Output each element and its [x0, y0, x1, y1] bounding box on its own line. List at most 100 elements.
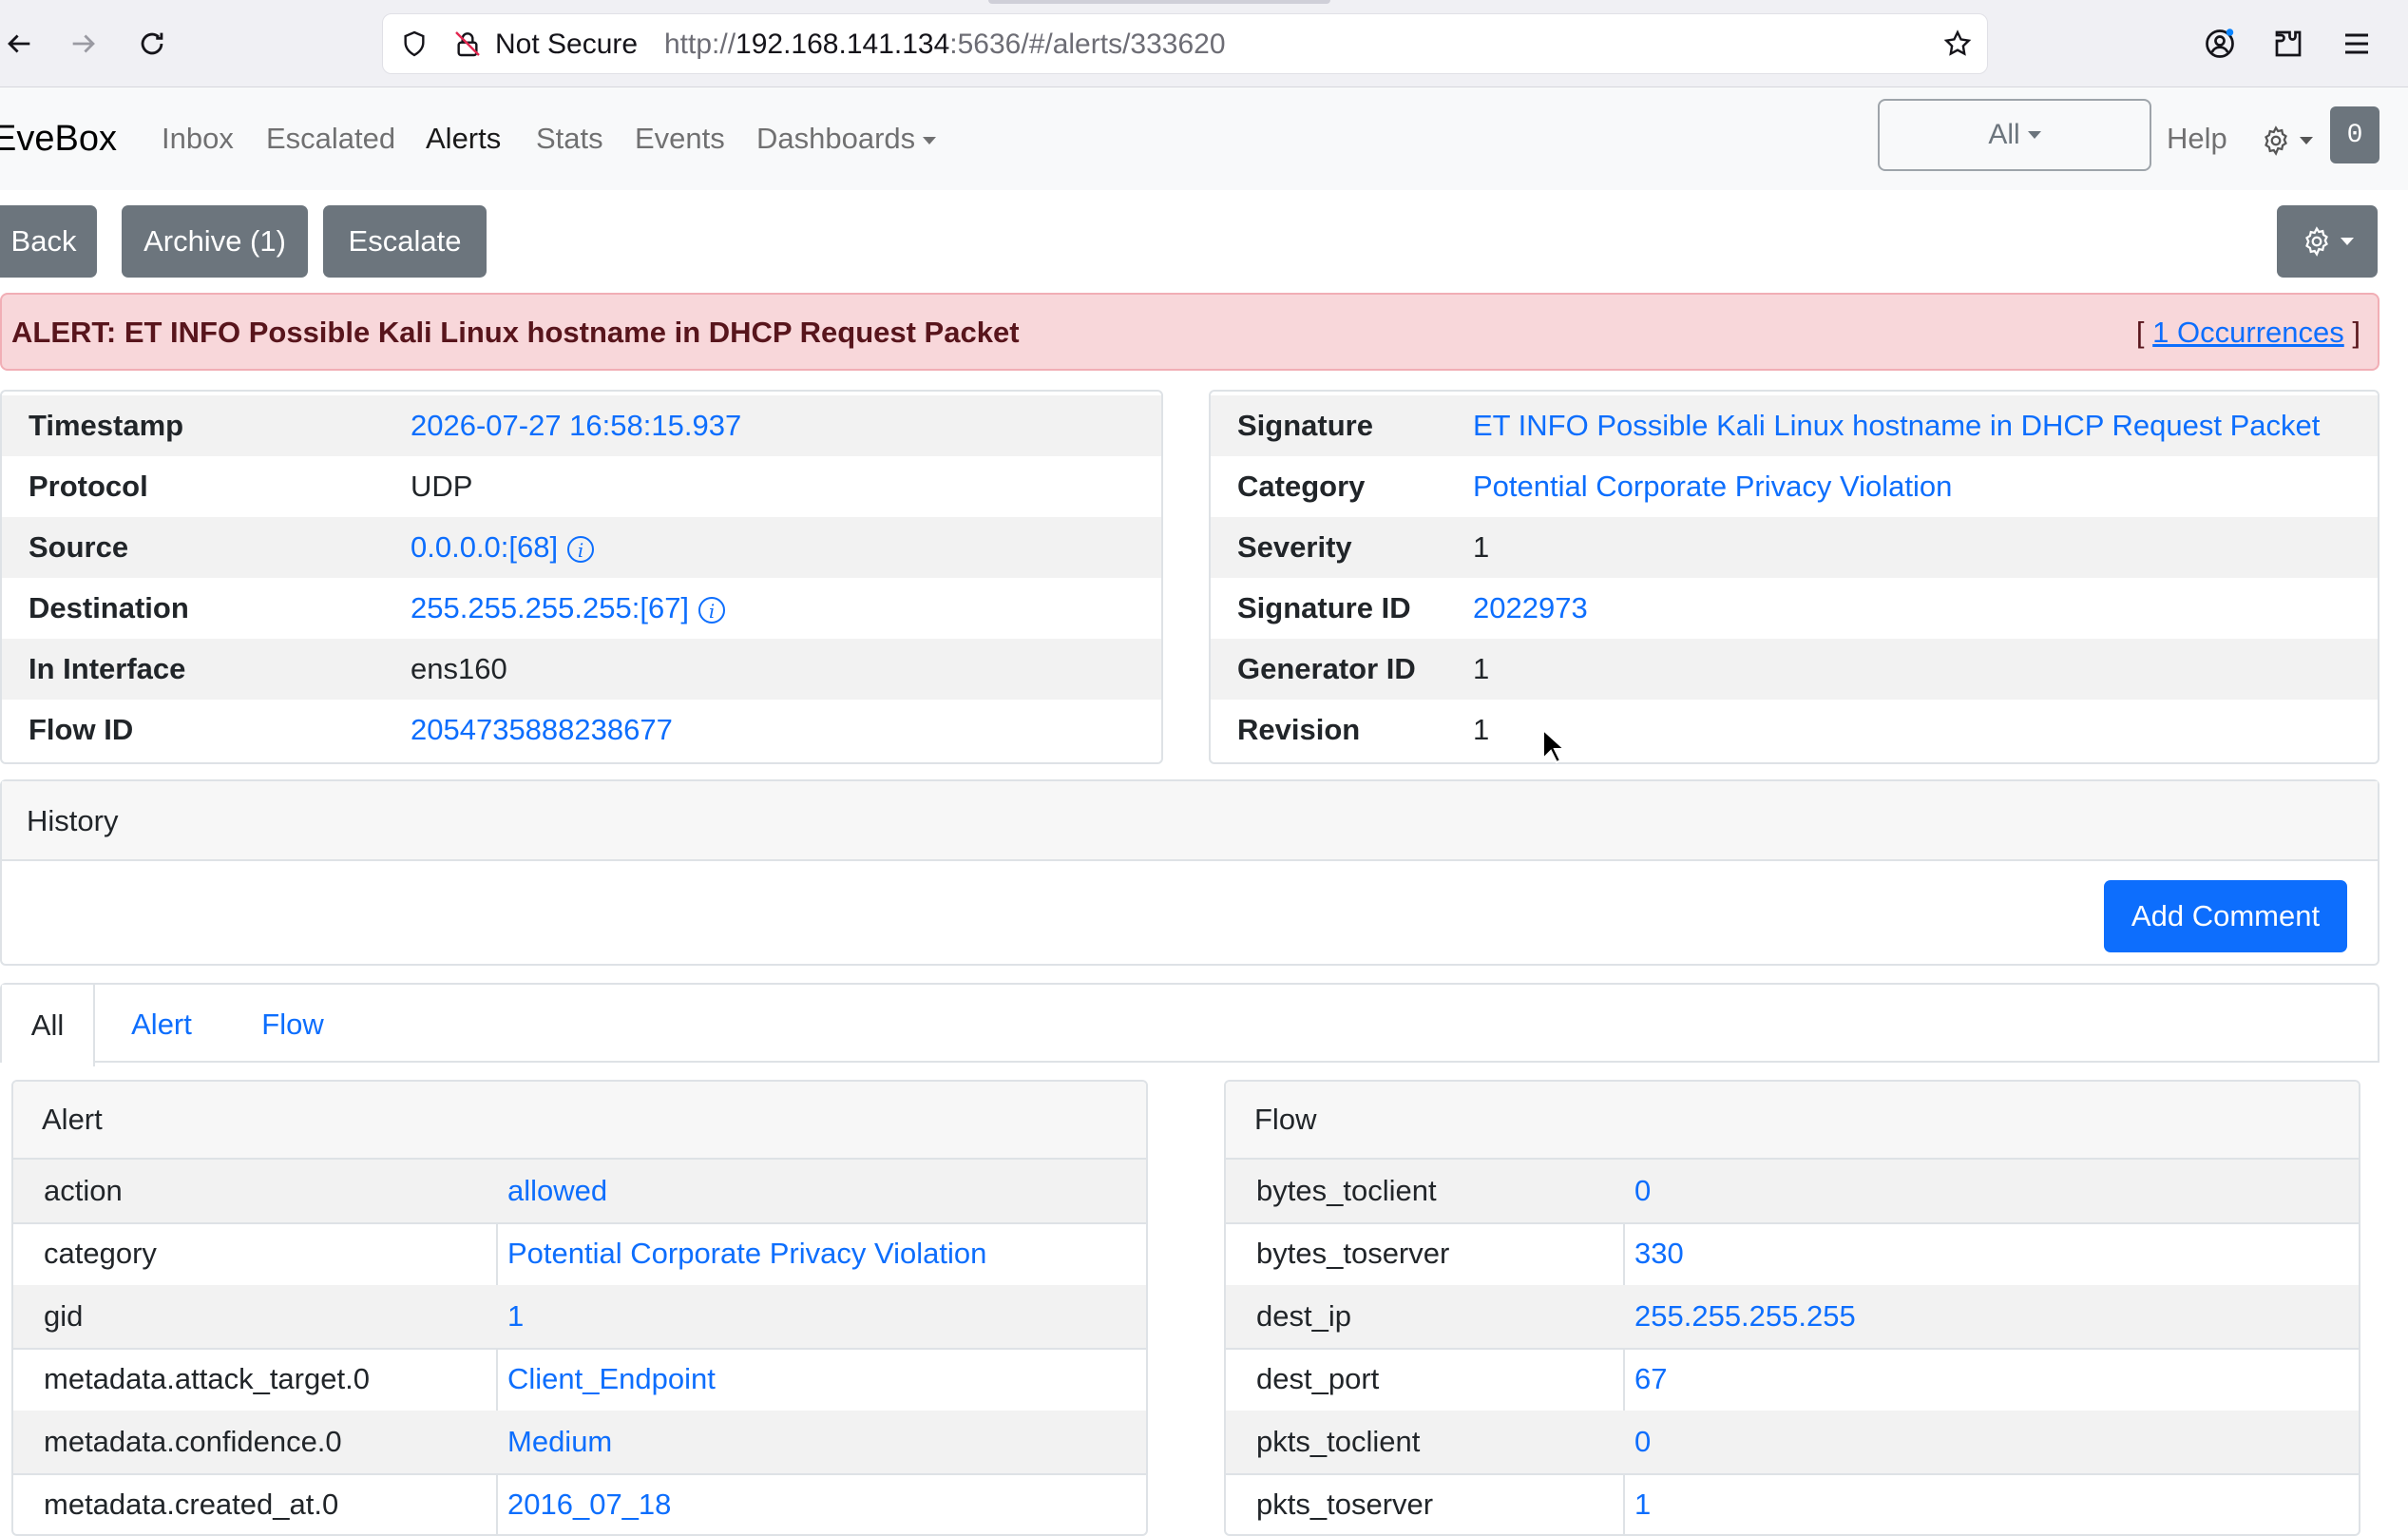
category-label: Category: [1237, 470, 1366, 503]
chevron-down-icon: [923, 136, 937, 144]
time-filter-value: All: [1988, 119, 2020, 150]
severity-row: Severity 1: [1211, 517, 2378, 578]
signature-id-value[interactable]: 2022973: [1473, 589, 1588, 627]
info-icon[interactable]: i: [698, 596, 726, 624]
field-key: metadata.confidence.0: [44, 1425, 342, 1458]
not-secure-label[interactable]: Not Secure: [495, 26, 638, 64]
occurrences: [ 1 Occurrences ]: [2136, 314, 2360, 352]
settings-dropdown[interactable]: [2260, 120, 2321, 162]
nav-help[interactable]: Help: [2167, 116, 2227, 162]
notification-count-badge[interactable]: 0: [2330, 106, 2379, 163]
occurrences-link[interactable]: 1 Occurrences: [2152, 316, 2344, 349]
field-key: bytes_toserver: [1256, 1237, 1450, 1270]
chevron-down-icon: [2027, 131, 2041, 139]
table-row: metadata.confidence.0 Medium: [13, 1411, 1146, 1475]
nav-stats[interactable]: Stats: [536, 116, 603, 162]
severity-value: 1: [1473, 530, 1490, 564]
field-value[interactable]: allowed: [507, 1172, 607, 1210]
signature-id-row: Signature ID 2022973: [1211, 578, 2378, 639]
address-bar[interactable]: Not Secure http://192.168.141.134:5636/#…: [382, 13, 1988, 74]
generator-id-row: Generator ID 1: [1211, 639, 2378, 700]
signature-info-table: Signature ET INFO Possible Kali Linux ho…: [1209, 390, 2379, 764]
tab-alert[interactable]: Alert: [106, 985, 217, 1065]
reload-icon[interactable]: [125, 17, 179, 70]
field-value[interactable]: 0: [1634, 1172, 1651, 1210]
tab-all[interactable]: All: [2, 985, 95, 1066]
url-path: :5636/#/alerts/333620: [949, 29, 1226, 60]
timestamp-value[interactable]: 2026-07-27 16:58:15.937: [411, 407, 741, 445]
tab-strip-edge: [988, 0, 1330, 4]
nav-dashboards-dropdown[interactable]: Dashboards: [756, 116, 937, 162]
account-icon[interactable]: [2197, 21, 2243, 67]
signature-row: Signature ET INFO Possible Kali Linux ho…: [1211, 395, 2378, 456]
back-arrow-icon[interactable]: [0, 17, 46, 70]
signature-id-label: Signature ID: [1237, 591, 1411, 624]
extensions-icon[interactable]: [2265, 21, 2311, 67]
table-row: action allowed: [13, 1160, 1146, 1224]
back-button[interactable]: Back: [0, 205, 97, 278]
revision-row: Revision 1: [1211, 700, 2378, 760]
table-row: dest_port 67: [1226, 1348, 2359, 1412]
field-key: action: [44, 1174, 123, 1207]
signature-label: Signature: [1237, 409, 1373, 442]
forward-arrow-icon[interactable]: [57, 17, 110, 70]
history-header: History: [2, 781, 2378, 861]
nav-events[interactable]: Events: [635, 116, 725, 162]
destination-row: Destination 255.255.255.255:[67] i: [2, 578, 1161, 639]
table-row: bytes_toclient 0: [1226, 1160, 2359, 1224]
in-interface-value: ens160: [411, 652, 507, 685]
generator-id-label: Generator ID: [1237, 652, 1416, 685]
field-key: bytes_toclient: [1256, 1174, 1437, 1207]
gear-icon: [2265, 125, 2287, 156]
nav-dashboards-label: Dashboards: [756, 122, 916, 155]
field-value[interactable]: Potential Corporate Privacy Violation: [507, 1235, 986, 1273]
table-row: pkts_toclient 0: [1226, 1411, 2359, 1475]
insecure-lock-icon[interactable]: [448, 24, 487, 64]
nav-inbox[interactable]: Inbox: [162, 116, 234, 162]
url-text[interactable]: http://192.168.141.134:5636/#/alerts/333…: [664, 26, 1226, 64]
shield-icon[interactable]: [394, 24, 434, 64]
event-options-button[interactable]: [2277, 205, 2378, 278]
field-key: metadata.attack_target.0: [44, 1362, 370, 1395]
occurrences-close-bracket: ]: [2352, 316, 2360, 349]
field-value[interactable]: 330: [1634, 1235, 1684, 1273]
nav-escalated[interactable]: Escalated: [266, 116, 395, 162]
category-row: Category Potential Corporate Privacy Vio…: [1211, 456, 2378, 517]
menu-hamburger-icon[interactable]: [2334, 21, 2379, 67]
field-value[interactable]: 1: [507, 1297, 524, 1335]
flow-id-value[interactable]: 2054735888238677: [411, 711, 673, 749]
time-filter-select[interactable]: All: [1878, 99, 2151, 171]
signature-value[interactable]: ET INFO Possible Kali Linux hostname in …: [1473, 407, 2320, 445]
field-value[interactable]: Client_Endpoint: [507, 1360, 716, 1398]
field-value[interactable]: 1: [1634, 1486, 1651, 1524]
table-row: gid 1: [13, 1285, 1146, 1350]
timestamp-row: Timestamp 2026-07-27 16:58:15.937: [2, 395, 1161, 456]
archive-button[interactable]: Archive (1): [122, 205, 308, 278]
field-value[interactable]: 255.255.255.255: [1634, 1297, 1856, 1335]
bookmark-star-icon[interactable]: [1938, 24, 1978, 64]
tab-flow[interactable]: Flow: [236, 985, 350, 1065]
table-row: pkts_toserver 1: [1226, 1473, 2359, 1534]
brand-logo[interactable]: EveBox: [0, 112, 117, 165]
escalate-button[interactable]: Escalate: [323, 205, 487, 278]
add-comment-button[interactable]: Add Comment: [2104, 880, 2347, 952]
info-icon[interactable]: i: [567, 535, 595, 563]
field-value[interactable]: 67: [1634, 1360, 1667, 1398]
flow-card-title: Flow: [1254, 1103, 1317, 1136]
field-value[interactable]: 2016_07_18: [507, 1486, 671, 1524]
table-row: dest_ip 255.255.255.255: [1226, 1285, 2359, 1350]
source-value[interactable]: 0.0.0.0:[68]: [411, 530, 558, 564]
revision-value: 1: [1473, 713, 1490, 746]
occurrences-open-bracket: [: [2135, 316, 2145, 349]
flow-id-label: Flow ID: [29, 713, 134, 746]
nav-alerts[interactable]: Alerts: [426, 116, 501, 162]
event-info-table: Timestamp 2026-07-27 16:58:15.937 Protoc…: [0, 390, 1163, 764]
field-value[interactable]: Medium: [507, 1423, 612, 1461]
field-value[interactable]: 0: [1634, 1423, 1651, 1461]
field-key: pkts_toserver: [1256, 1488, 1434, 1521]
category-value[interactable]: Potential Corporate Privacy Violation: [1473, 468, 1952, 506]
destination-value[interactable]: 255.255.255.255:[67]: [411, 591, 689, 624]
flow-id-row: Flow ID 2054735888238677: [2, 700, 1161, 760]
destination-label: Destination: [29, 591, 189, 624]
field-key: pkts_toclient: [1256, 1425, 1421, 1458]
